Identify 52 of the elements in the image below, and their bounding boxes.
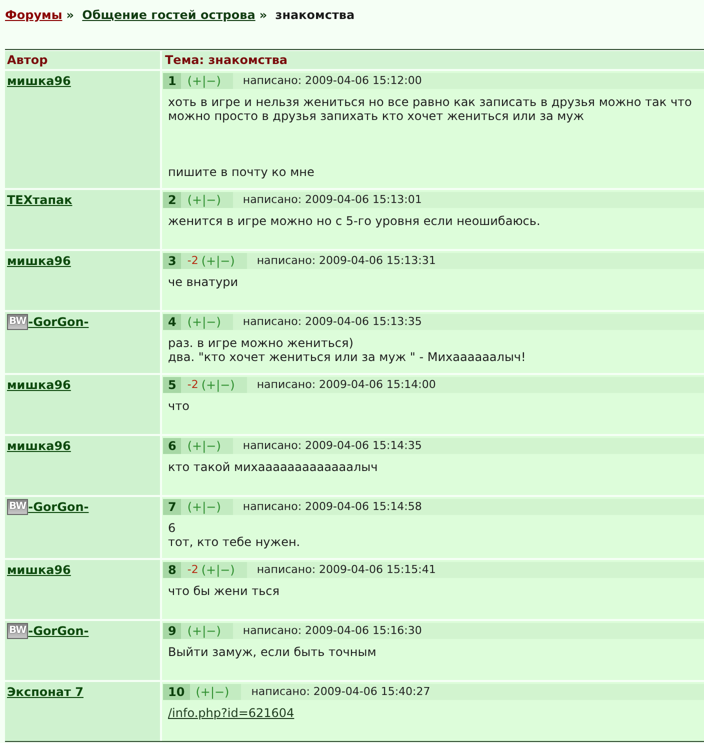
post-text: Выйти замуж, если быть точным [167, 644, 378, 659]
post-text: женится в игре можно но с 5-го уровня если неошибаюсь. [167, 213, 542, 228]
post-number: 4 [163, 314, 182, 330]
post-date: написано: 2009-04-06 15:14:00 [246, 377, 704, 393]
post-text: что [167, 398, 190, 413]
breadcrumb-link[interactable]: Форумы [5, 8, 62, 22]
author-link[interactable]: -GorGon- [28, 315, 89, 329]
post-text: раз. в игре можно жениться) два. "кто хочет жениться или за муж " - Михаааааалыч! [167, 335, 527, 364]
post-number: 2 [163, 192, 182, 208]
author-link[interactable]: мишка96 [7, 439, 71, 453]
post-number: 7 [163, 499, 182, 515]
author-link[interactable]: мишка96 [7, 74, 71, 88]
post-text: что бы жени ться [167, 583, 280, 598]
author-link[interactable]: -GorGon- [28, 624, 89, 638]
author-link[interactable]: ТЕХтапак [7, 193, 72, 207]
post-number: 3 [163, 253, 182, 269]
post-text: кто такой михааааааааааааалыч [167, 459, 379, 474]
author-link[interactable]: Экспонат 7 [7, 685, 84, 699]
post-number: 1 [163, 73, 182, 89]
post-number: 8 [163, 562, 182, 578]
post-number: 5 [163, 377, 182, 393]
post-date: написано: 2009-04-06 15:13:01 [232, 192, 704, 208]
author-link[interactable]: мишка96 [7, 254, 71, 268]
breadcrumb-separator: » [259, 8, 268, 22]
post-number: 6 [163, 438, 182, 454]
author-link[interactable]: мишка96 [7, 378, 71, 392]
post-score: -2 [187, 253, 198, 269]
breadcrumb-link[interactable]: Общение гостей острова [82, 8, 256, 22]
post-link[interactable]: /info.php?id=621604 [168, 706, 294, 720]
post-date: написано: 2009-04-06 15:14:58 [232, 499, 704, 515]
breadcrumb-current: знакомства [275, 8, 355, 22]
post-score: -2 [187, 562, 198, 578]
clan-badge: BW [7, 499, 28, 515]
post-date: написано: 2009-04-06 15:16:30 [232, 623, 704, 639]
column-header: Автор [5, 51, 160, 69]
post-score: -2 [187, 377, 198, 393]
post-number: 9 [163, 623, 182, 639]
post-date: написано: 2009-04-06 15:12:00 [232, 73, 704, 89]
post-date: написано: 2009-04-06 15:13:35 [232, 314, 704, 330]
breadcrumb-separator: » [66, 8, 74, 22]
author-link[interactable]: -GorGon- [28, 500, 89, 514]
post-text: че внатури [167, 274, 240, 289]
post-text: 6 тот, кто тебе нужен. [167, 520, 302, 549]
post-date: написано: 2009-04-06 15:40:27 [241, 684, 704, 700]
author-link[interactable]: мишка96 [7, 563, 71, 577]
post-date: написано: 2009-04-06 15:13:31 [246, 253, 704, 269]
post-number: 10 [163, 684, 190, 700]
column-header: Тема: знакомства [162, 51, 704, 69]
clan-badge: BW [7, 623, 28, 639]
clan-badge: BW [7, 314, 28, 330]
post-date: написано: 2009-04-06 15:15:41 [246, 562, 704, 578]
post-date: написано: 2009-04-06 15:14:35 [232, 438, 704, 454]
